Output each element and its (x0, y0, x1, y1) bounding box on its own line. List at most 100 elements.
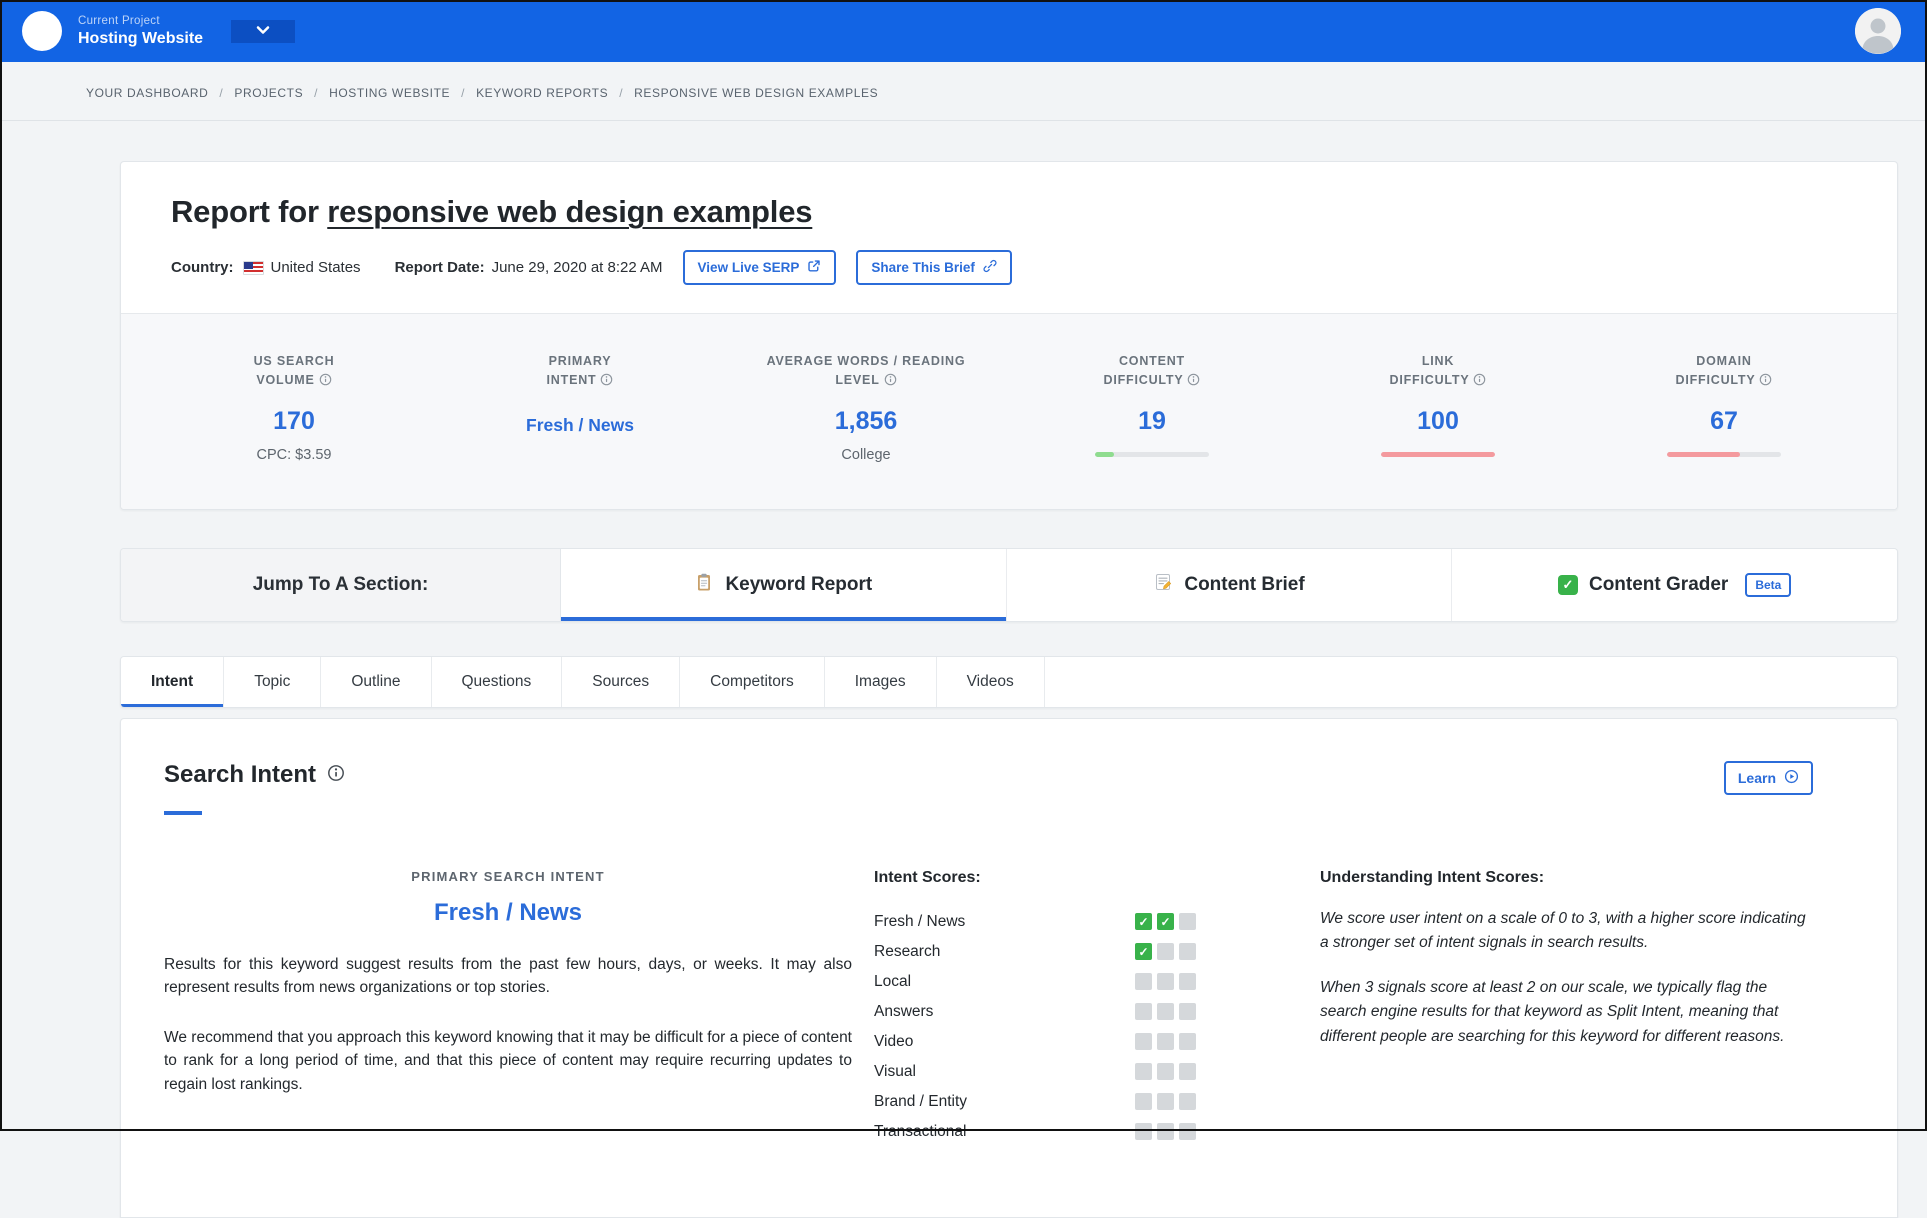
stat-reading-level: College (723, 447, 1009, 463)
info-icon[interactable] (1759, 373, 1772, 392)
project-logo[interactable] (22, 11, 62, 51)
project-switcher-area: Current Project Hosting Website (0, 0, 295, 62)
score-label: Local (874, 973, 911, 991)
score-empty-box (1157, 1123, 1174, 1140)
score-empty-box (1179, 913, 1196, 930)
link-difficulty-bar (1381, 452, 1495, 457)
breadcrumb: YOUR DASHBOARDPROJECTSHOSTING WEBSITEKEY… (0, 62, 1927, 121)
search-intent-section: Search Intent Learn PRIMARY SEARCH INTEN… (120, 718, 1898, 1218)
score-empty-box (1179, 973, 1196, 990)
score-label: Fresh / News (874, 913, 965, 931)
understanding-scores-column: Understanding Intent Scores: We score us… (1320, 869, 1815, 1147)
stat-value: 170 (151, 407, 437, 436)
intent-recommendation-paragraph: We recommend that you approach this keyw… (164, 1026, 852, 1097)
tab-intent[interactable]: Intent (121, 657, 224, 707)
score-label: Answers (874, 1003, 933, 1021)
report-date-label: Report Date: (395, 259, 485, 276)
info-icon[interactable] (1187, 373, 1200, 392)
breadcrumb-projects[interactable]: PROJECTS (234, 86, 329, 100)
section-navigation: Jump To A Section: Keyword Report (120, 548, 1898, 622)
score-row-transactional: Transactional (874, 1117, 1196, 1147)
tab-competitors[interactable]: Competitors (680, 657, 825, 707)
view-live-serp-button[interactable]: View Live SERP (683, 250, 837, 285)
stat-label: DOMAIN DIFFICULTY (1676, 354, 1756, 387)
tab-label: Content Brief (1184, 574, 1304, 596)
info-icon[interactable] (327, 761, 345, 789)
score-label: Visual (874, 1063, 916, 1081)
score-empty-box (1157, 1093, 1174, 1110)
score-row-fresh-news: Fresh / News✓✓ (874, 907, 1196, 937)
stat-value: 67 (1581, 407, 1867, 436)
stat-cpc: CPC: $3.59 (151, 447, 437, 463)
search-intent-heading: Search Intent (164, 761, 345, 789)
score-empty-box (1179, 1093, 1196, 1110)
play-circle-icon (1784, 769, 1799, 787)
domain-difficulty-bar (1667, 452, 1781, 457)
memo-icon (1153, 572, 1173, 598)
score-row-brand-entity: Brand / Entity (874, 1087, 1196, 1117)
tab-keyword-report[interactable]: Keyword Report (561, 549, 1007, 621)
country-value: United States (271, 259, 361, 276)
report-tab-bar: Intent Topic Outline Questions Sources C… (120, 656, 1898, 708)
info-icon[interactable] (1473, 373, 1486, 392)
external-link-icon (807, 259, 821, 276)
score-empty-box (1157, 973, 1174, 990)
beta-badge: Beta (1745, 573, 1791, 597)
active-section-indicator (164, 811, 202, 815)
stat-value: 100 (1295, 407, 1581, 436)
stat-domain-difficulty: DOMAIN DIFFICULTY 67 (1581, 352, 1867, 463)
breadcrumb-keyword-reports[interactable]: KEYWORD REPORTS (476, 86, 634, 100)
top-navigation-bar: Current Project Hosting Website (0, 0, 1927, 62)
intent-description-paragraph: Results for this keyword suggest results… (164, 953, 852, 1000)
score-empty-box (1179, 1003, 1196, 1020)
score-check-icon: ✓ (1135, 943, 1152, 960)
stat-label: CONTENT DIFFICULTY (1104, 354, 1186, 387)
tab-videos[interactable]: Videos (937, 657, 1045, 707)
score-empty-box (1135, 1063, 1152, 1080)
jump-to-section-label: Jump To A Section: (121, 549, 561, 621)
understanding-paragraph: We score user intent on a scale of 0 to … (1320, 907, 1815, 956)
stat-us-search-volume: US SEARCH VOLUME 170 CPC: $3.59 (151, 352, 437, 463)
tab-sources[interactable]: Sources (562, 657, 680, 707)
project-switcher-button[interactable] (231, 20, 295, 43)
info-icon[interactable] (319, 373, 332, 392)
score-empty-box (1157, 943, 1174, 960)
score-row-visual: Visual (874, 1057, 1196, 1087)
primary-search-intent-value[interactable]: Fresh / News (164, 899, 852, 927)
score-row-video: Video (874, 1027, 1196, 1057)
report-summary-card: Report for responsive web design example… (120, 161, 1898, 510)
learn-button[interactable]: Learn (1724, 761, 1813, 795)
breadcrumb-dashboard[interactable]: YOUR DASHBOARD (86, 86, 234, 100)
tab-label: Content Grader (1589, 574, 1728, 596)
stat-value: 1,856 (723, 407, 1009, 436)
score-empty-box (1135, 1033, 1152, 1050)
score-empty-box (1135, 1123, 1152, 1140)
user-avatar[interactable] (1855, 8, 1901, 54)
report-date-value: June 29, 2020 at 8:22 AM (492, 259, 663, 276)
info-icon[interactable] (884, 373, 897, 392)
score-empty-box (1179, 1063, 1196, 1080)
primary-intent-column: PRIMARY SEARCH INTENT Fresh / News Resul… (164, 869, 852, 1147)
report-keyword-link[interactable]: responsive web design examples (327, 194, 812, 229)
stat-label: AVERAGE WORDS / READING LEVEL (767, 354, 966, 387)
tab-content-grader[interactable]: ✓ Content Grader Beta (1452, 549, 1897, 621)
score-empty-box (1157, 1063, 1174, 1080)
tab-images[interactable]: Images (825, 657, 937, 707)
country-label: Country: (171, 259, 234, 276)
score-label: Brand / Entity (874, 1093, 967, 1111)
score-empty-box (1135, 1003, 1152, 1020)
tab-topic[interactable]: Topic (224, 657, 321, 707)
stat-link-difficulty: LINK DIFFICULTY 100 (1295, 352, 1581, 463)
stat-average-words: AVERAGE WORDS / READING LEVEL 1,856 Coll… (723, 352, 1009, 463)
page-title: Report for responsive web design example… (171, 194, 1847, 230)
tab-content-brief[interactable]: Content Brief (1007, 549, 1453, 621)
primary-intent-link[interactable]: Fresh / News (437, 415, 723, 436)
score-label: Research (874, 943, 940, 961)
chain-link-icon (983, 259, 997, 276)
share-brief-button[interactable]: Share This Brief (856, 250, 1012, 285)
score-label: Video (874, 1033, 913, 1051)
tab-outline[interactable]: Outline (321, 657, 431, 707)
tab-questions[interactable]: Questions (432, 657, 563, 707)
info-icon[interactable] (600, 373, 613, 392)
breadcrumb-hosting-website[interactable]: HOSTING WEBSITE (329, 86, 476, 100)
